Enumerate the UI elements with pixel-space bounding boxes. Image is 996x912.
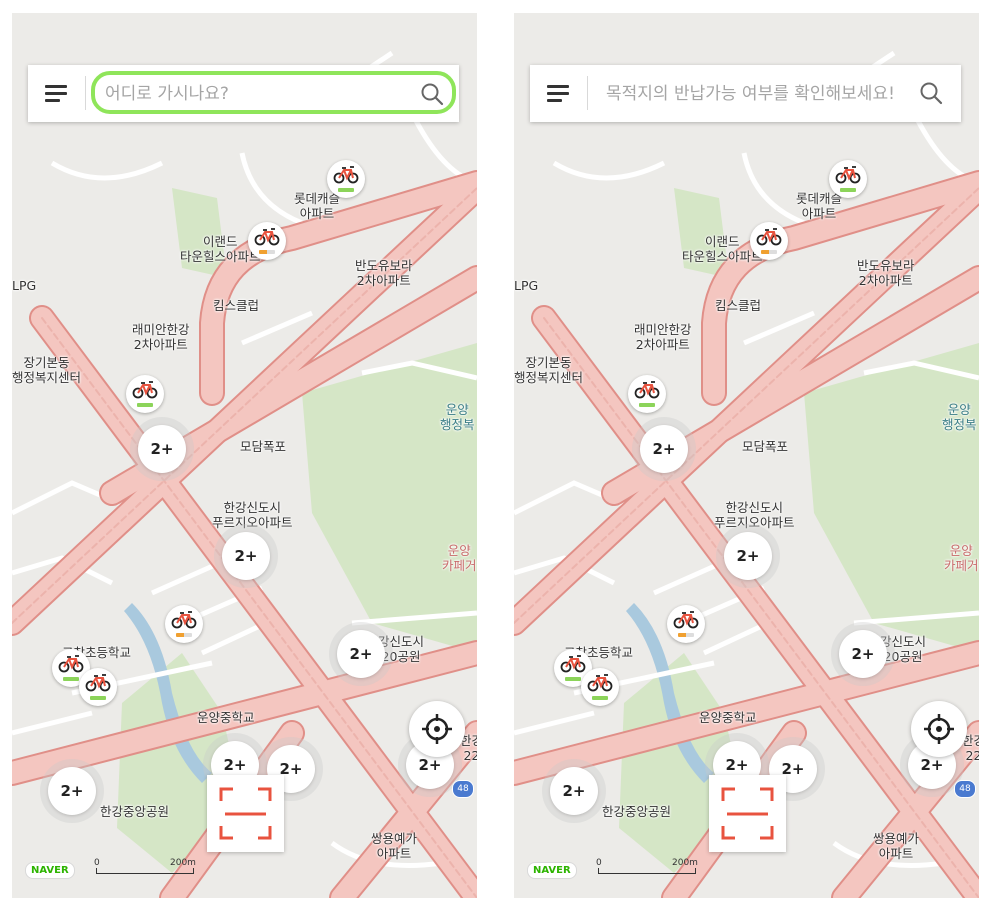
bike-marker[interactable]	[248, 222, 286, 260]
divider	[587, 76, 588, 110]
bike-marker[interactable]	[327, 160, 365, 198]
scan-frame-icon	[721, 787, 774, 840]
bicycle-icon	[634, 381, 660, 399]
search-input[interactable]	[604, 74, 908, 113]
bicycle-icon	[560, 655, 586, 673]
poi-label: 강신도시 20공원	[880, 634, 927, 664]
scan-frame-icon	[219, 787, 272, 840]
cluster-marker[interactable]: 2+	[48, 767, 96, 815]
bicycle-icon	[85, 674, 111, 692]
cluster-marker[interactable]: 2+	[640, 425, 688, 473]
poi-label: 한강중앙공원	[100, 804, 170, 819]
poi-label: 한강중앙공원	[602, 804, 672, 819]
scale-distance: 200m	[672, 858, 698, 868]
poi-label: 래미안한강 2차아파트	[634, 322, 692, 352]
cluster-marker[interactable]: 2+	[839, 630, 887, 678]
bike-marker[interactable]	[165, 605, 203, 643]
naver-logo: NAVER	[527, 862, 577, 879]
poi-label: 쌍용예가 아파트	[371, 831, 418, 861]
phone-screen-right: 롯데캐슬 아파트 이랜드 타운힐스아파트 반도유보라 2차아파트 킴스클럽 래미…	[514, 13, 979, 898]
map-scale: 0 200m	[94, 858, 196, 874]
poi-label: 운양 행정복	[440, 402, 475, 432]
bike-marker[interactable]	[581, 668, 619, 706]
divider	[85, 76, 86, 110]
scale-bar	[96, 868, 194, 874]
search-icon[interactable]	[420, 82, 444, 106]
search-bar	[530, 65, 961, 122]
cluster-marker[interactable]: 2+	[138, 425, 186, 473]
scale-zero: 0	[596, 858, 602, 868]
bicycle-icon	[756, 228, 782, 246]
poi-label: 롯데캐슬 아파트	[796, 191, 843, 221]
poi-label: 한강신도시 푸르지오아파트	[714, 500, 795, 530]
cluster-marker[interactable]: 2+	[337, 630, 385, 678]
poi-label: 반도유보라 2차아파트	[355, 258, 413, 288]
search-field	[91, 71, 456, 114]
crosshair-icon	[422, 714, 452, 744]
scale-zero: 0	[94, 858, 100, 868]
poi-label: 모담폭포	[240, 439, 287, 454]
poi-label: 래미안한강 2차아파트	[132, 322, 190, 352]
menu-icon[interactable]	[544, 81, 572, 105]
poi-label: 강신도시 20공원	[378, 634, 425, 664]
crosshair-icon	[924, 714, 954, 744]
current-location-button[interactable]	[409, 701, 465, 757]
bike-marker[interactable]	[628, 375, 666, 413]
cluster-marker[interactable]: 2+	[222, 532, 270, 580]
bike-marker[interactable]	[750, 222, 788, 260]
bicycle-icon	[58, 655, 84, 673]
naver-logo: NAVER	[25, 862, 75, 879]
poi-label: 운양 카페거	[944, 543, 979, 573]
poi-label: 운양 카페거	[442, 543, 477, 573]
cluster-marker[interactable]: 2+	[550, 767, 598, 815]
highway-shield: 48	[954, 780, 976, 798]
bicycle-icon	[673, 611, 699, 629]
poi-label: 롯데캐슬 아파트	[294, 191, 341, 221]
search-field	[596, 74, 951, 113]
bicycle-icon	[587, 674, 613, 692]
map-scale: 0 200m	[596, 858, 698, 874]
bike-marker[interactable]	[126, 375, 164, 413]
bike-marker[interactable]	[829, 160, 867, 198]
poi-label: 장기본동 행정복지센터	[12, 355, 82, 385]
qr-scan-button[interactable]	[207, 775, 284, 852]
poi-label: 한강신도시 푸르지오아파트	[212, 500, 293, 530]
poi-label: 쌍용예가 아파트	[873, 831, 920, 861]
menu-icon[interactable]	[42, 81, 70, 105]
poi-label: 킴스클럽	[715, 298, 762, 313]
phone-screen-left: 롯데캐슬 아파트 이랜드 타운힐스아파트 반도유보라 2차아파트 킴스클럽 래미…	[12, 13, 477, 898]
poi-label: LPG	[514, 278, 539, 293]
bike-marker[interactable]	[79, 668, 117, 706]
highway-shield: 48	[452, 780, 474, 798]
bicycle-icon	[171, 611, 197, 629]
bike-marker[interactable]	[667, 605, 705, 643]
scale-distance: 200m	[170, 858, 196, 868]
cluster-marker[interactable]: 2+	[724, 532, 772, 580]
scale-bar	[598, 868, 696, 874]
poi-label: 운양중학교	[197, 710, 255, 725]
current-location-button[interactable]	[911, 701, 967, 757]
bicycle-icon	[132, 381, 158, 399]
qr-scan-button[interactable]	[709, 775, 786, 852]
poi-label: 킴스클럽	[213, 298, 260, 313]
poi-label: 모담폭포	[742, 439, 789, 454]
search-icon[interactable]	[919, 81, 943, 105]
bicycle-icon	[333, 166, 359, 184]
poi-label: 운양중학교	[699, 710, 757, 725]
bicycle-icon	[835, 166, 861, 184]
poi-label: 운양 행정복	[942, 402, 977, 432]
poi-label: 장기본동 행정복지센터	[514, 355, 584, 385]
poi-label: 반도유보라 2차아파트	[857, 258, 915, 288]
search-input[interactable]	[103, 75, 407, 112]
bicycle-icon	[254, 228, 280, 246]
search-bar	[28, 65, 459, 122]
poi-label: LPG	[12, 278, 37, 293]
